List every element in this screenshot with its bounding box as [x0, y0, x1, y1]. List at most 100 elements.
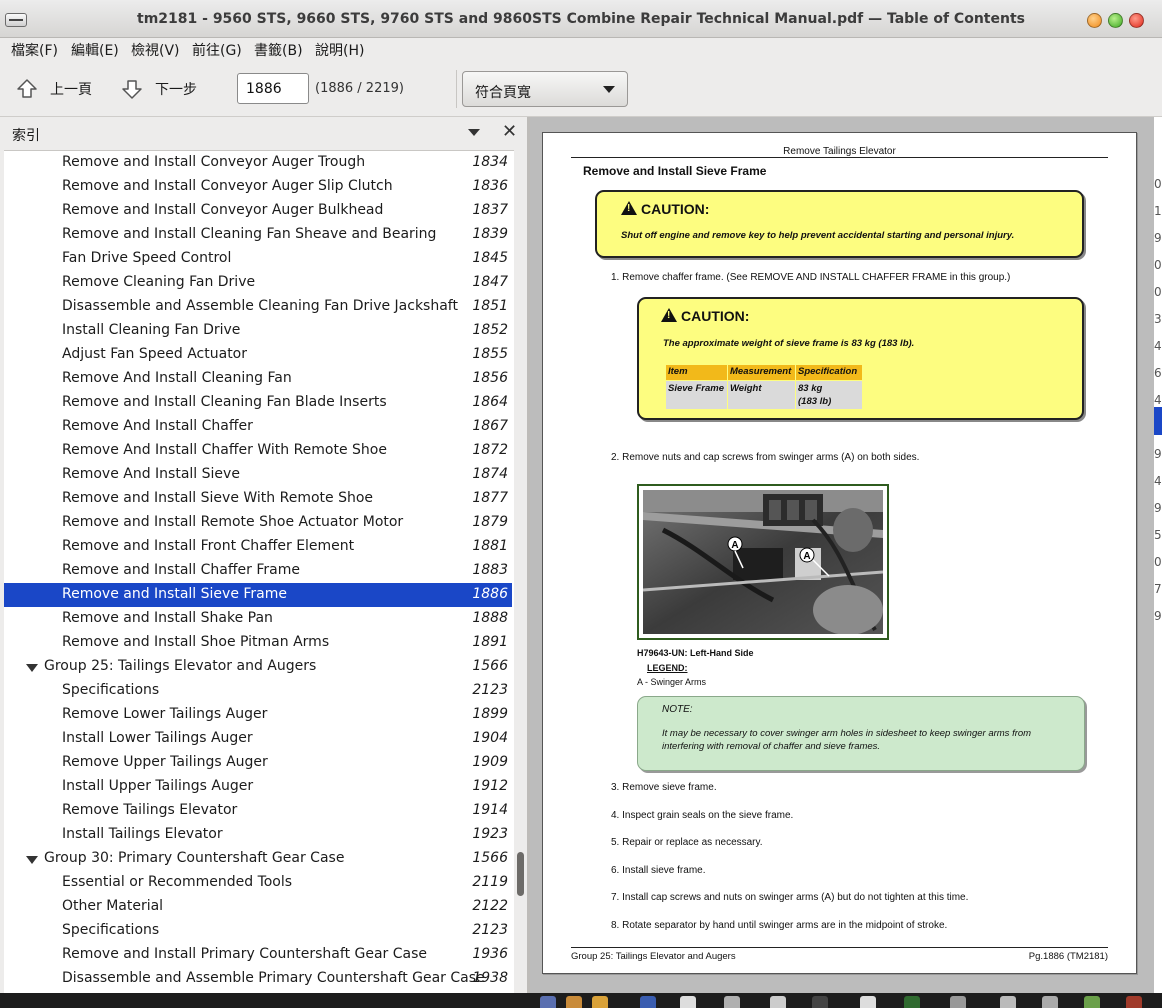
taskbar-app-icon[interactable] — [1000, 996, 1016, 1008]
toc-row[interactable]: Install Lower Tailings Auger 1904 — [4, 727, 512, 751]
toc-row[interactable]: Specifications 2123 — [4, 679, 512, 703]
warning-icon — [661, 308, 677, 322]
toc-row[interactable]: Remove And Install Chaffer 1867 — [4, 415, 512, 439]
toc-row[interactable]: Remove Lower Tailings Auger 1899 — [4, 703, 512, 727]
page-count-label: (1886 / 2219) — [315, 81, 404, 96]
toc-row[interactable]: Install Cleaning Fan Drive 1852 — [4, 319, 512, 343]
toc-row[interactable]: Remove and Install Sieve With Remote Sho… — [4, 487, 512, 511]
taskbar-app-icon[interactable] — [680, 996, 696, 1008]
taskbar-app-icon[interactable] — [904, 996, 920, 1008]
taskbar-app-icon[interactable] — [640, 996, 656, 1008]
toc-row[interactable]: Other Material 2122 — [4, 895, 512, 919]
taskbar-app-icon[interactable] — [950, 996, 966, 1008]
toc-page-number: 1834 — [472, 154, 508, 170]
toc-row[interactable]: Remove and Install Cleaning Fan Sheave a… — [4, 223, 512, 247]
toc-label: Remove Upper Tailings Auger — [62, 754, 268, 770]
minimize-button[interactable] — [1087, 13, 1102, 28]
toc-page-number: 1909 — [472, 754, 508, 770]
spec-header-measurement: Measurement — [728, 365, 795, 380]
taskbar-app-icon[interactable] — [812, 996, 828, 1008]
toc-page-number: 2123 — [472, 682, 508, 698]
expander-triangle-icon[interactable] — [26, 856, 38, 864]
toc-row[interactable]: Remove Cleaning Fan Drive 1847 — [4, 271, 512, 295]
toc-label: Remove And Install Sieve — [62, 466, 240, 482]
toc-page-number: 1864 — [472, 394, 508, 410]
menu-file[interactable]: 檔案(F) — [11, 40, 58, 60]
menu-edit[interactable]: 編輯(E) — [71, 40, 119, 60]
toc-page-number: 1923 — [472, 826, 508, 842]
taskbar — [0, 993, 1162, 1008]
toc-page-number: 1899 — [472, 706, 508, 722]
toc-row[interactable]: Install Upper Tailings Auger 1912 — [4, 775, 512, 799]
toc-row[interactable]: Remove and Install Front Chaffer Element… — [4, 535, 512, 559]
sidebar-scrollbar-thumb[interactable] — [517, 852, 524, 896]
page-number-input[interactable]: 1886 — [237, 73, 309, 104]
toc-row[interactable]: Remove And Install Cleaning Fan 1856 — [4, 367, 512, 391]
toc-row[interactable]: Remove and Install Conveyor Auger Slip C… — [4, 175, 512, 199]
maximize-button[interactable] — [1108, 13, 1123, 28]
taskbar-app-icon[interactable] — [724, 996, 740, 1008]
toc-row[interactable]: Remove and Install Chaffer Frame 1883 — [4, 559, 512, 583]
toc-row[interactable]: Remove and Install Remote Shoe Actuator … — [4, 511, 512, 535]
previous-page-button[interactable]: 上一頁 — [16, 75, 92, 103]
legend-title: LEGEND: — [647, 663, 688, 673]
menu-help[interactable]: 說明(H) — [315, 40, 364, 60]
next-page-edge-glyph: 4 — [1154, 393, 1162, 407]
toc-row[interactable]: Install Tailings Elevator 1923 — [4, 823, 512, 847]
toc-row[interactable]: Remove and Install Sieve Frame 1886 — [4, 583, 512, 607]
toc-row[interactable]: Essential or Recommended Tools 2119 — [4, 871, 512, 895]
close-icon[interactable]: ✕ — [502, 123, 517, 141]
sidebar-mode-dropdown-icon[interactable] — [468, 129, 480, 136]
toc-row[interactable]: Remove and Install Shake Pan 1888 — [4, 607, 512, 631]
toc-page-number: 1566 — [472, 850, 508, 866]
zoom-select[interactable]: 符合頁寬 — [462, 71, 628, 107]
menu-go[interactable]: 前往(G) — [192, 40, 242, 60]
toc-row[interactable]: Adjust Fan Speed Actuator 1855 — [4, 343, 512, 367]
taskbar-app-icon[interactable] — [592, 996, 608, 1008]
toc-page-number: 1881 — [472, 538, 508, 554]
toc-row[interactable]: Remove And Install Sieve 1874 — [4, 463, 512, 487]
toc-row[interactable]: Remove and Install Conveyor Auger Trough… — [4, 151, 512, 175]
toc-row[interactable]: Remove And Install Chaffer With Remote S… — [4, 439, 512, 463]
step-5: 5. Repair or replace as necessary. — [611, 837, 763, 848]
step-3: 3. Remove sieve frame. — [611, 782, 717, 793]
toc-label: Remove and Install Remote Shoe Actuator … — [62, 514, 404, 530]
taskbar-app-icon[interactable] — [566, 996, 582, 1008]
taskbar-app-icon[interactable] — [1084, 996, 1100, 1008]
sidebar: 索引 ✕ Remove and Install Conveyor Auger T… — [0, 117, 527, 993]
taskbar-app-icon[interactable] — [540, 996, 556, 1008]
menu-bookmarks[interactable]: 書籤(B) — [254, 40, 303, 60]
toc-page-number: 1845 — [472, 250, 508, 266]
page-title: Remove and Install Sieve Frame — [583, 164, 767, 178]
toc-row[interactable]: Fan Drive Speed Control 1845 — [4, 247, 512, 271]
close-window-button[interactable] — [1129, 13, 1144, 28]
document-view[interactable]: Remove Tailings Elevator Remove and Inst… — [530, 117, 1162, 993]
toc-row[interactable]: Remove and Install Shoe Pitman Arms 1891 — [4, 631, 512, 655]
taskbar-app-icon[interactable] — [1126, 996, 1142, 1008]
toc-row[interactable]: Remove and Install Conveyor Auger Bulkhe… — [4, 199, 512, 223]
taskbar-app-icon[interactable] — [860, 996, 876, 1008]
next-page-edge-glyph: 9 — [1154, 447, 1162, 461]
window-title: tm2181 - 9560 STS, 9660 STS, 9760 STS an… — [137, 11, 1025, 27]
title-bar[interactable]: tm2181 - 9560 STS, 9660 STS, 9760 STS an… — [0, 0, 1162, 38]
next-page-edge-glyph: 0 — [1154, 555, 1162, 569]
menu-bar: 檔案(F) 編輯(E) 檢視(V) 前往(G) 書籤(B) 說明(H) — [0, 38, 1162, 60]
toc-group-row[interactable]: Group 30: Primary Countershaft Gear Case… — [4, 847, 512, 871]
taskbar-app-icon[interactable] — [1042, 996, 1058, 1008]
expander-triangle-icon[interactable] — [26, 664, 38, 672]
toc-row[interactable]: Disassemble and Assemble Cleaning Fan Dr… — [4, 295, 512, 319]
spec-cell-specification: 83 kg (183 lb) — [796, 381, 862, 409]
toc-label: Remove and Install Shoe Pitman Arms — [62, 634, 330, 650]
toc-group-row[interactable]: Group 25: Tailings Elevator and Augers 15… — [4, 655, 512, 679]
taskbar-app-icon[interactable] — [770, 996, 786, 1008]
toc-row[interactable]: Remove and Install Cleaning Fan Blade In… — [4, 391, 512, 415]
note-text-line-1: It may be necessary to cover swinger arm… — [662, 728, 1032, 739]
menu-view[interactable]: 檢視(V) — [131, 40, 180, 60]
toc-row[interactable]: Remove Tailings Elevator 1914 — [4, 799, 512, 823]
toc-row[interactable]: Disassemble and Assemble Primary Counter… — [4, 967, 512, 991]
toc-row[interactable]: Specifications 2123 — [4, 919, 512, 943]
table-of-contents-tree[interactable]: Remove and Install Conveyor Auger Trough… — [4, 150, 514, 993]
toc-row[interactable]: Remove Upper Tailings Auger 1909 — [4, 751, 512, 775]
toc-row[interactable]: Remove and Install Primary Countershaft … — [4, 943, 512, 967]
next-page-button[interactable]: 下一步 — [121, 75, 197, 103]
